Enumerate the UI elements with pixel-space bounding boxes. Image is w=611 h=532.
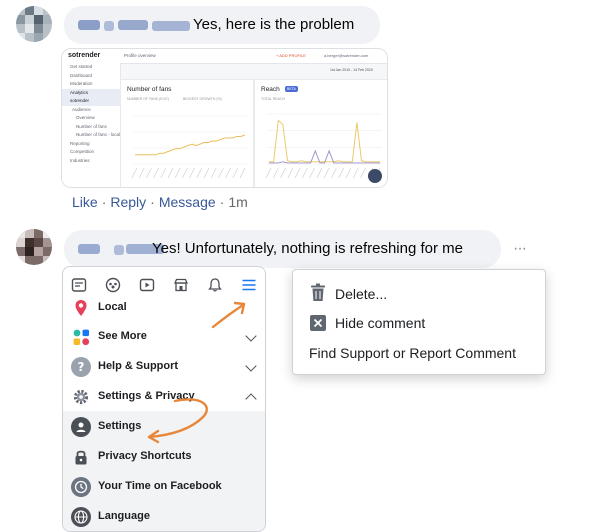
beta-badge: BETA [285, 86, 298, 92]
comment-text: Yes, here is the problem [193, 16, 355, 33]
x-tick-label [360, 167, 366, 179]
x-tick-label [210, 167, 217, 179]
comment-bubble: Yes, here is the problem [64, 6, 380, 44]
reach-subtitle: TOTAL REACH [261, 97, 286, 101]
timestamp[interactable]: 1m [228, 194, 247, 210]
x-tick-label [272, 167, 279, 179]
app-topbar: sotrender Profile overview + ADD PROFILE… [62, 49, 387, 64]
fans-subtitle-2: BIGGEST GROWTH (%) [183, 97, 222, 101]
x-tick-label [225, 167, 231, 179]
app-sidebar-item[interactable]: Industries [62, 157, 120, 166]
app-sidebar-item[interactable]: Audience [62, 106, 120, 115]
report-comment-menu-item[interactable]: Find Support or Report Comment [309, 345, 516, 361]
x-tick-label [265, 167, 272, 179]
app-sidebar-item[interactable]: sotrender [62, 97, 120, 106]
delete-menu-item[interactable]: Delete... [335, 286, 387, 302]
app-sidebar-item[interactable]: Competition [62, 148, 120, 157]
x-tick-label [239, 167, 246, 179]
avatar[interactable] [16, 229, 52, 265]
fans-title: Number of fans [127, 86, 172, 93]
x-tick-label [167, 167, 174, 179]
reach-chart [265, 113, 382, 179]
x-tick-label [174, 167, 181, 179]
fans-panel: Number of fans NUMBER OF FANS (EXIT) BIG… [120, 79, 254, 187]
reply-link[interactable]: Reply [110, 194, 146, 210]
x-tick-label [182, 167, 188, 179]
x-tick-label [203, 167, 210, 179]
app-sidebar-item[interactable]: Number of fans [62, 123, 120, 132]
hide-comment-menu-item[interactable]: Hide comment [335, 315, 425, 331]
x-tick-label [160, 167, 167, 179]
x-tick-label [146, 167, 152, 179]
x-tick-label [338, 167, 344, 179]
close-box-icon [310, 315, 326, 331]
chat-bubble-icon[interactable] [368, 169, 382, 183]
app-sidebar-item[interactable]: Dashboard [62, 72, 120, 81]
app-sidebar-item[interactable]: Analytics [62, 88, 120, 97]
x-tick-label [280, 167, 286, 179]
x-tick-label [323, 167, 330, 179]
attached-screenshot[interactable]: sotrender Profile overview + ADD PROFILE… [61, 48, 388, 188]
x-tick-label [294, 167, 301, 179]
like-link[interactable]: Like [72, 194, 98, 210]
brand-logo: sotrender [68, 52, 101, 59]
reach-series-a-line [269, 119, 380, 163]
fans-chart [131, 115, 247, 179]
x-tick-label [218, 167, 224, 179]
x-tick-label [302, 167, 308, 179]
x-tick-label [309, 167, 315, 179]
app-sidebar-item[interactable]: Overview [62, 114, 120, 123]
x-tick-label [138, 167, 145, 179]
comment-bubble: Yes! Unfortunately, nothing is refreshin… [64, 230, 501, 268]
x-tick-label [131, 167, 138, 179]
x-tick-label [316, 167, 323, 179]
date-range: 1st Jan 2019 - 14 Feb 2020 [330, 68, 373, 72]
page-title: Profile overview [124, 53, 156, 58]
trash-icon [310, 283, 326, 307]
comment-context-menu: Delete... Hide comment Find Support or R… [292, 269, 546, 375]
app-sidebar: Get started Dashboard Moderation Analytics s… [62, 63, 121, 187]
x-tick-label [153, 167, 159, 179]
more-options-button[interactable]: ··· [513, 240, 527, 258]
account-email: a.berger@sotrender.com [324, 53, 369, 58]
x-tick-label [352, 167, 359, 179]
annotation-arrows [147, 301, 246, 444]
avatar[interactable] [16, 6, 52, 42]
fans-subtitle: NUMBER OF FANS (EXIT) [127, 97, 170, 101]
x-tick-label [196, 167, 203, 179]
message-link[interactable]: Message [159, 194, 216, 210]
x-tick-label [232, 167, 239, 179]
commenter-name-blurred[interactable] [78, 20, 190, 31]
menu-screenshot[interactable]: Local See More ? Help & Support Settings… [62, 266, 266, 532]
add-profile-button[interactable]: + ADD PROFILE [276, 53, 306, 58]
comment-actions: Like · Reply · Message · 1m [72, 194, 248, 210]
x-tick-label [189, 167, 195, 179]
app-sidebar-item[interactable]: Number of fans - local [62, 131, 120, 140]
app-sidebar-item[interactable]: Get started [62, 63, 120, 72]
x-tick-label [287, 167, 294, 179]
app-sidebar-item[interactable]: Moderation [62, 80, 120, 89]
x-tick-label [345, 167, 352, 179]
x-tick-label [331, 167, 337, 179]
comment-text: Yes! Unfortunately, nothing is refreshin… [152, 240, 464, 257]
fans-series-line [135, 134, 246, 156]
reach-title: Reach [261, 86, 280, 93]
app-sidebar-item[interactable]: Reporting [62, 140, 120, 149]
